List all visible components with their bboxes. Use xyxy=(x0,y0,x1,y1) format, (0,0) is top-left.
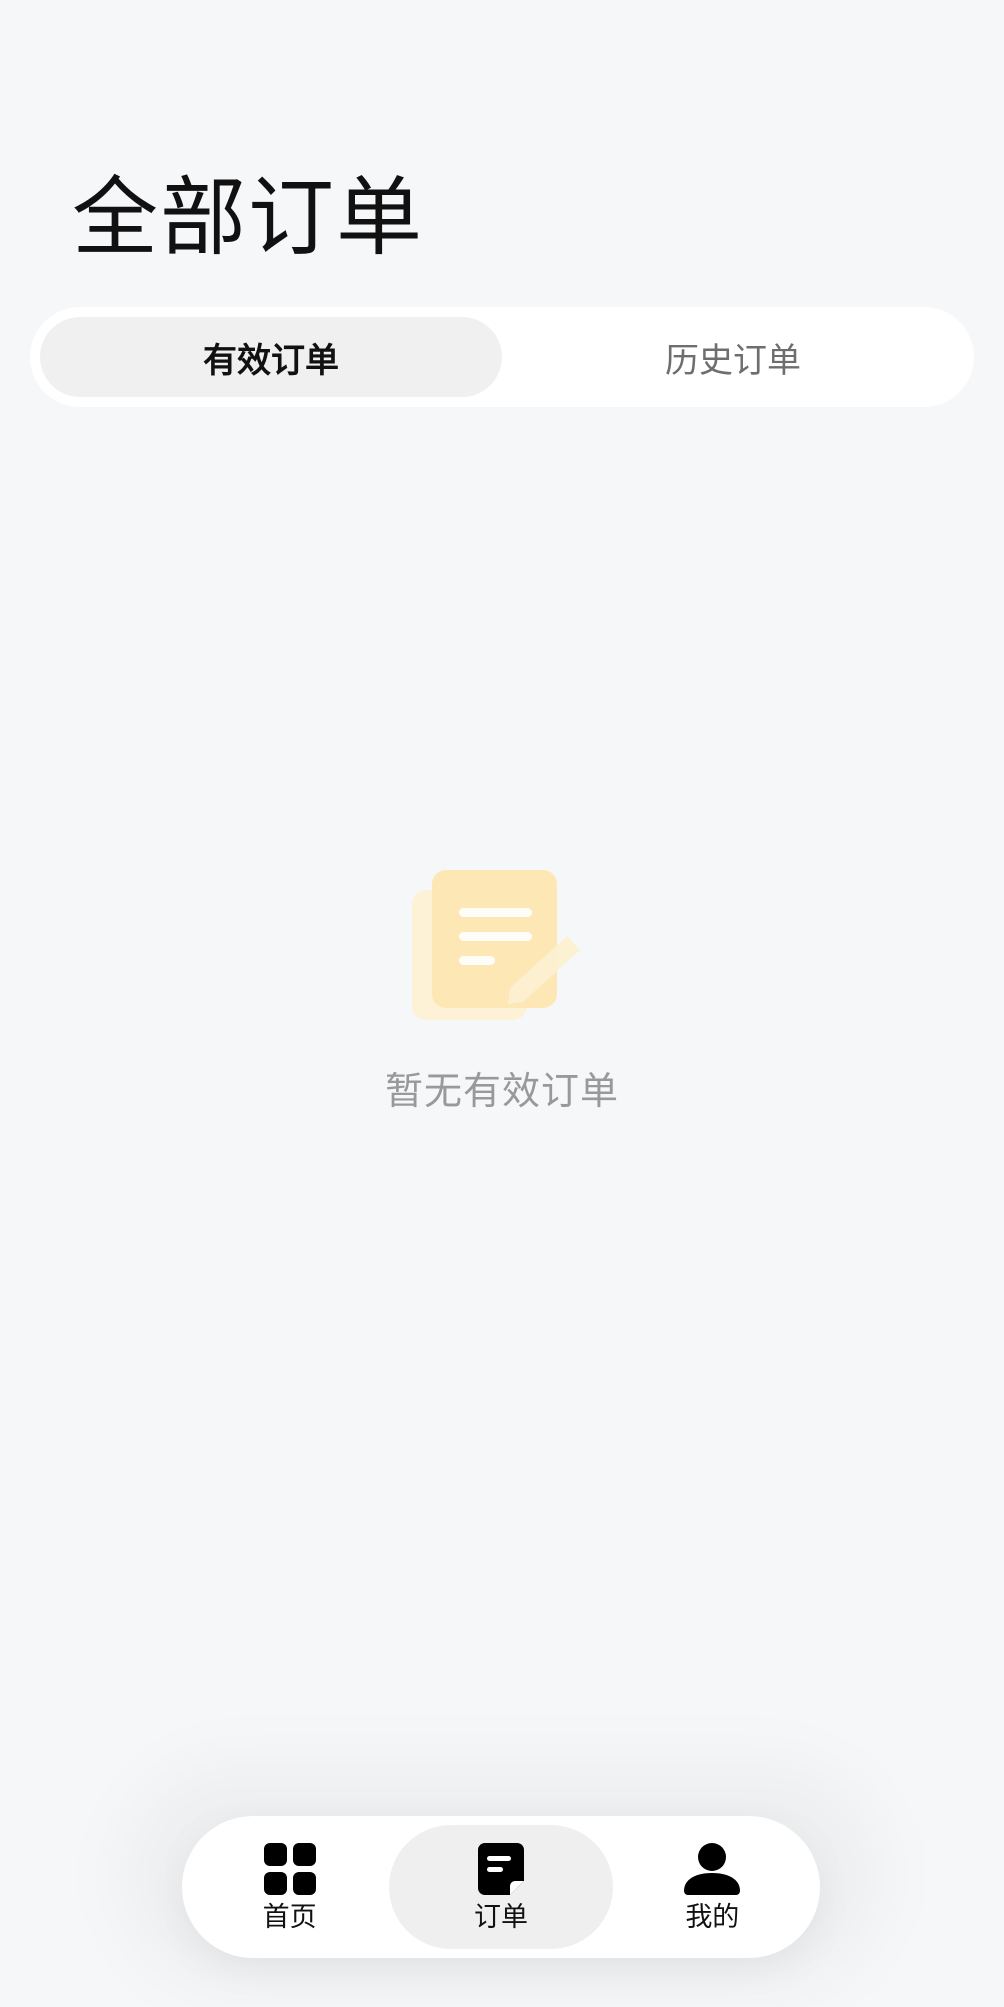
tab-active-orders[interactable]: 有效订单 xyxy=(40,317,502,397)
nav-label-profile: 我的 xyxy=(685,1902,740,1934)
page-title: 全部订单 xyxy=(72,168,424,268)
user-icon xyxy=(684,1843,741,1896)
order-icon xyxy=(478,1843,524,1896)
nav-label-home: 首页 xyxy=(262,1902,317,1934)
empty-state: 暂无有效订单 xyxy=(0,860,1004,1115)
empty-message: 暂无有效订单 xyxy=(384,1069,619,1113)
nav-item-orders[interactable]: 订单 xyxy=(389,1825,613,1949)
grid-icon xyxy=(263,1843,316,1896)
nav-item-profile[interactable]: 我的 xyxy=(613,1825,812,1949)
order-tabs: 有效订单 历史订单 xyxy=(30,307,974,407)
nav-label-orders: 订单 xyxy=(474,1902,528,1934)
nav-item-home[interactable]: 首页 xyxy=(190,1825,389,1949)
tab-history-orders[interactable]: 历史订单 xyxy=(502,317,964,397)
bottom-navigation: 首页 订单 我的 xyxy=(182,1816,820,1958)
order-document-icon xyxy=(412,870,580,1020)
orders-page: 全部订单 有效订单 历史订单 暂无有效订单 首页 订单 我的 xyxy=(0,0,1004,2007)
